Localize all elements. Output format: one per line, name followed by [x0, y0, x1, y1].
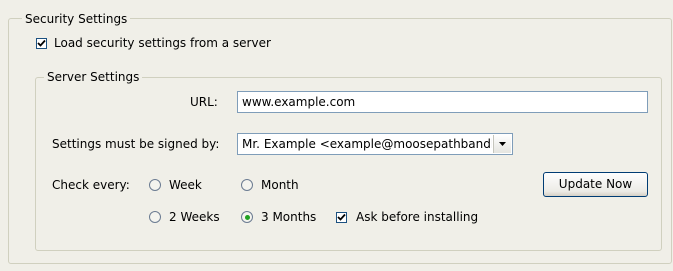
signed-by-value: Mr. Example <example@moosepathbandb.cc [242, 137, 492, 151]
chevron-down-icon[interactable] [493, 135, 511, 153]
url-input[interactable] [237, 91, 648, 113]
radio-week[interactable] [149, 179, 161, 191]
check-every-label: Check every: [52, 178, 130, 192]
ask-before-installing-checkbox[interactable] [336, 212, 347, 223]
radio-month[interactable] [241, 179, 253, 191]
checkmark-icon [37, 39, 46, 47]
url-label: URL: [190, 95, 218, 109]
signed-by-select[interactable]: Mr. Example <example@moosepathbandb.cc [237, 133, 513, 155]
radio-3-months[interactable] [241, 211, 253, 223]
radio-2-weeks[interactable] [149, 211, 161, 223]
load-from-server-label[interactable]: Load security settings from a server [54, 35, 271, 51]
load-from-server-checkbox[interactable] [36, 38, 47, 49]
radio-2-weeks-label[interactable]: 2 Weeks [169, 209, 220, 225]
radio-month-label[interactable]: Month [261, 177, 299, 193]
signed-by-label: Settings must be signed by: [52, 137, 220, 151]
radio-week-label[interactable]: Week [169, 177, 202, 193]
ask-before-installing-label[interactable]: Ask before installing [356, 209, 478, 225]
security-settings-legend: Security Settings [22, 12, 131, 26]
checkmark-icon [337, 213, 346, 221]
radio-3-months-label[interactable]: 3 Months [261, 209, 316, 225]
update-now-button[interactable]: Update Now [543, 172, 648, 197]
server-settings-legend: Server Settings [44, 70, 143, 84]
